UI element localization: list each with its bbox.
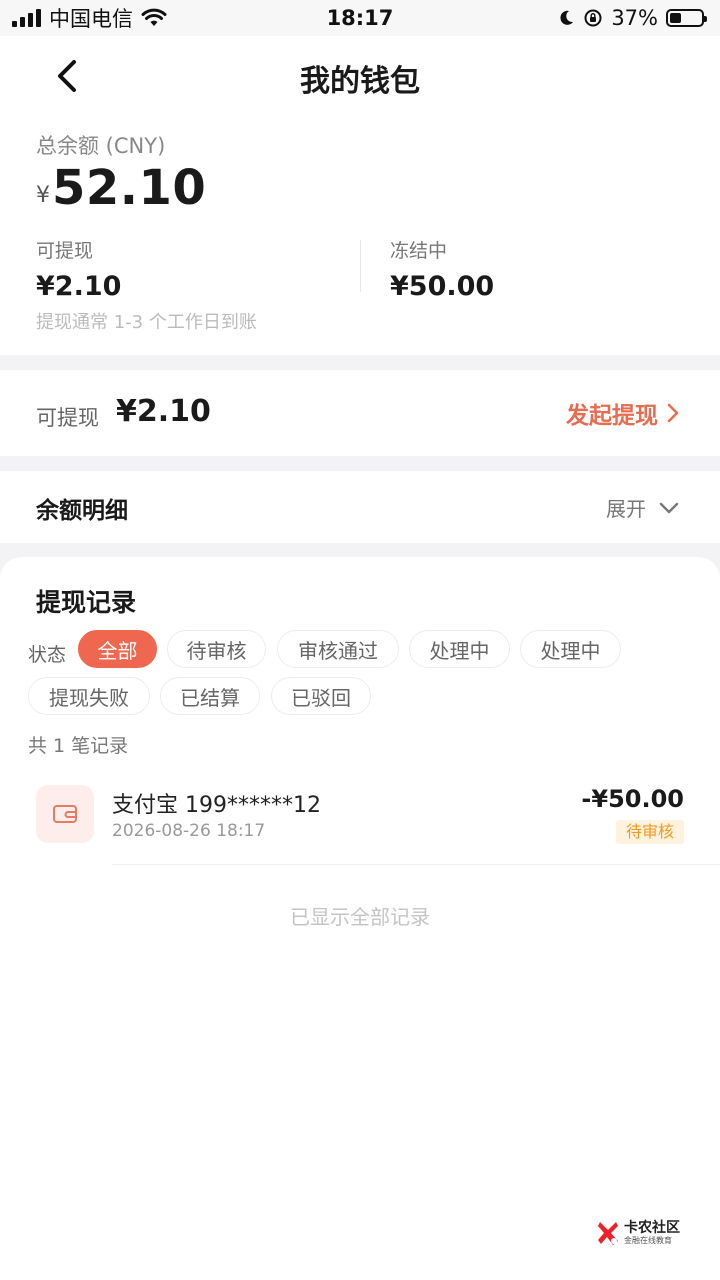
record-amount: -¥50.00 <box>581 785 684 813</box>
available-amount: ¥2.10 <box>36 271 122 302</box>
filter-chip-processing[interactable]: 处理中 <box>409 630 510 668</box>
kanong-logo-icon <box>598 1222 618 1245</box>
records-title: 提现记录 <box>36 588 137 617</box>
expand-button[interactable]: 展开 <box>606 493 680 522</box>
withdraw-row: 可提现 ¥2.10 发起提现 <box>0 370 720 456</box>
withdraw-note: 提现通常 1-3 个工作日到账 <box>36 312 257 333</box>
balance-detail-row: 余额明细 展开 <box>0 471 720 543</box>
filter-chip-processing-2[interactable]: 处理中 <box>520 630 621 668</box>
moon-icon <box>560 10 574 25</box>
filter-chip-failed[interactable]: 提现失败 <box>28 677 150 715</box>
watermark-tagline: 金融在线教育 <box>624 1236 672 1245</box>
frozen-label: 冻结中 <box>390 240 448 262</box>
page-title: 我的钱包 <box>300 64 420 99</box>
currency-symbol: ¥ <box>36 183 50 208</box>
withdraw-amount: ¥2.10 <box>116 394 211 429</box>
available-balance: 可提现 ¥2.10 <box>36 236 121 302</box>
start-withdraw-label: 发起提现 <box>566 403 658 429</box>
end-of-list-note: 已显示全部记录 <box>290 905 430 929</box>
status-right: 37% <box>557 6 720 30</box>
record-item[interactable]: 支付宝 199******12 2026-08-26 18:17 -¥50.00… <box>0 777 720 865</box>
balance-card: 总余额 (CNY) ¥ 52.10 可提现 ¥2.10 冻结中 ¥50.00 提… <box>0 112 720 355</box>
records-count: 共 1 笔记录 <box>28 735 129 757</box>
record-time: 2026-08-26 18:17 <box>112 821 266 841</box>
nav-header: 我的钱包 <box>0 36 720 112</box>
total-balance-label: 总余额 (CNY) <box>36 134 166 158</box>
status-bar: 中国电信 18:17 37% <box>0 0 720 36</box>
start-withdraw-button[interactable]: 发起提现 <box>566 396 680 430</box>
watermark-logo: 卡农社区 金融在线教育 <box>596 1220 680 1246</box>
status-badge: 待审核 <box>615 820 684 844</box>
orientation-lock-icon <box>584 9 602 27</box>
withdraw-records-panel: 提现记录 状态 全部 待审核 审核通过 处理中 处理中 提现失败 已结算 已驳回… <box>0 557 720 1280</box>
frozen-amount: ¥50.00 <box>390 271 495 302</box>
wallet-icon <box>36 785 94 843</box>
chevron-right-icon <box>667 403 679 423</box>
frozen-balance: 冻结中 ¥50.00 <box>390 236 494 302</box>
battery-icon <box>666 9 707 27</box>
filter-chip-all[interactable]: 全部 <box>78 630 157 668</box>
filter-chip-approved[interactable]: 审核通过 <box>277 630 399 668</box>
wifi-icon <box>141 8 167 26</box>
total-balance: ¥ 52.10 <box>36 160 206 216</box>
balance-detail-title: 余额明细 <box>36 498 128 524</box>
expand-label: 展开 <box>606 497 646 521</box>
watermark-name: 卡农社区 <box>624 1220 680 1236</box>
status-filter-label: 状态 <box>28 644 67 666</box>
record-divider <box>112 864 720 865</box>
status-left: 中国电信 <box>0 3 167 33</box>
withdraw-label: 可提现 <box>36 406 99 430</box>
back-button[interactable] <box>40 52 90 98</box>
chevron-left-icon <box>58 60 76 92</box>
total-balance-amount: 52.10 <box>52 160 207 216</box>
battery-percent: 37% <box>611 6 658 30</box>
available-label: 可提现 <box>36 240 94 262</box>
cellular-signal-icon <box>12 9 41 27</box>
filter-chip-rejected[interactable]: 已驳回 <box>271 677 371 715</box>
chevron-down-icon <box>659 502 679 513</box>
filter-chip-pending[interactable]: 待审核 <box>167 630 266 668</box>
balance-divider <box>360 240 361 292</box>
record-account: 支付宝 199******12 <box>112 793 321 818</box>
filter-chip-settled[interactable]: 已结算 <box>160 677 260 715</box>
carrier-name: 中国电信 <box>49 7 133 31</box>
